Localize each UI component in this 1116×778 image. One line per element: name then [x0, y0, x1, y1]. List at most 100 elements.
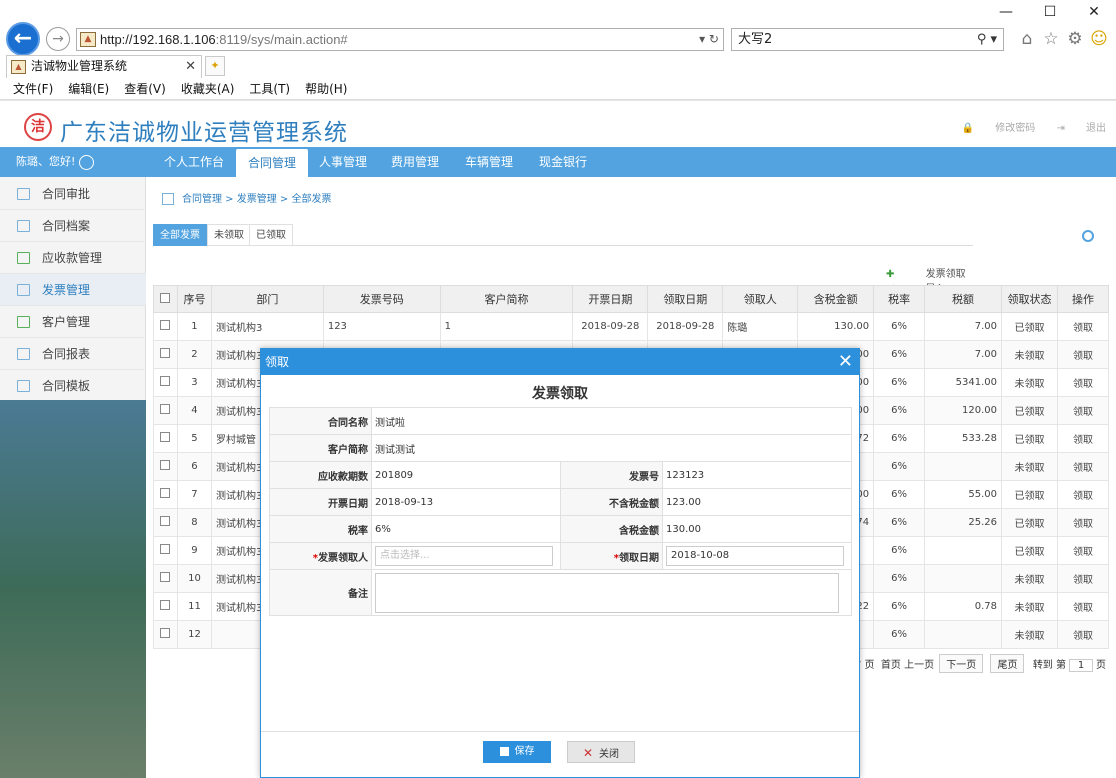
nav-vehicle[interactable]: 车辆管理 — [456, 147, 522, 177]
smiley-icon[interactable]: ☺ — [1088, 28, 1110, 50]
row-checkbox[interactable] — [153, 536, 178, 565]
row-checkbox[interactable] — [153, 340, 178, 369]
close-label: 关闭 — [599, 749, 620, 760]
receive-action-link[interactable]: 领取 — [1056, 564, 1110, 593]
sidebar-item-customer[interactable]: 客户管理 — [0, 306, 146, 338]
row-checkbox[interactable] — [153, 592, 178, 621]
tab-all-invoices[interactable]: 全部发票 — [153, 224, 207, 246]
nav-contract[interactable]: 合同管理 — [236, 149, 308, 177]
issue-date-label: 开票日期 — [269, 488, 372, 516]
table-cell: 未领取 — [1000, 564, 1058, 593]
row-checkbox[interactable] — [153, 620, 178, 649]
sidebar-item-archive[interactable]: 合同档案 — [0, 210, 146, 242]
tab-received[interactable]: 已领取 — [249, 224, 293, 246]
forward-button[interactable]: → — [46, 27, 70, 51]
sidebar-item-invoice[interactable]: 发票管理 — [0, 274, 146, 306]
browser-tab[interactable]: ▲ 洁诚物业管理系统 ✕ — [6, 55, 202, 78]
settings-gear-icon[interactable]: ⚙ — [1064, 28, 1086, 50]
sidebar-item-report[interactable]: 合同报表 — [0, 338, 146, 370]
receive-invoice-button[interactable]: ✚ 发票领取 — [886, 265, 994, 280]
customer-icon — [17, 316, 30, 328]
row-checkbox[interactable] — [153, 396, 178, 425]
tab-close-icon[interactable]: ✕ — [185, 56, 196, 77]
close-button[interactable]: ✕ 关闭 — [567, 741, 635, 763]
receive-action-link[interactable]: 领取 — [1056, 592, 1110, 621]
url-host: http://192.168.1.106 — [100, 32, 216, 47]
page-input[interactable]: 1 — [1069, 659, 1093, 672]
receive-action-link[interactable]: 领取 — [1056, 620, 1110, 649]
receive-action-link[interactable]: 领取 — [1056, 340, 1110, 369]
menu-view[interactable]: 查看(V) — [124, 79, 166, 99]
logout-link[interactable]: ⇥ 退出 — [1056, 123, 1106, 134]
user-icon[interactable] — [79, 154, 95, 170]
receive-action-link[interactable]: 领取 — [1056, 368, 1110, 397]
table-cell: 25.26 — [924, 508, 1002, 537]
note-textarea[interactable] — [375, 572, 839, 613]
tab-not-received[interactable]: 未领取 — [207, 224, 251, 246]
new-tab-button[interactable]: ✦ — [205, 56, 225, 76]
search-input[interactable]: 大写2 — [738, 29, 772, 50]
table-cell: 7 — [176, 480, 212, 509]
row-checkbox[interactable] — [153, 480, 178, 509]
row-checkbox[interactable] — [153, 424, 178, 453]
nav-workbench[interactable]: 个人工作台 — [155, 147, 233, 177]
menu-edit[interactable]: 编辑(E) — [68, 79, 109, 99]
prev-page-link[interactable]: 上一页 — [904, 660, 934, 671]
top-nav: 陈璐、您好! 个人工作台 合同管理 人事管理 费用管理 车辆管理 现金银行 — [0, 147, 1116, 177]
save-button[interactable]: 保存 — [483, 741, 551, 763]
row-checkbox[interactable] — [153, 312, 178, 341]
table-cell: 已领取 — [1000, 480, 1058, 509]
address-bar[interactable]: ▲ http://192.168.1.106:8119/sys/main.act… — [76, 28, 724, 51]
next-page-button[interactable]: 下一页 — [939, 654, 984, 673]
breadcrumb-text[interactable]: 合同管理 > 发票管理 > 全部发票 — [182, 194, 331, 205]
row-checkbox[interactable] — [153, 508, 178, 537]
table-cell: 6% — [873, 592, 926, 621]
back-button[interactable]: ← — [6, 22, 40, 56]
close-window-icon[interactable]: ✕ — [1072, 4, 1116, 20]
close-icon[interactable]: ✕ — [838, 349, 853, 375]
receive-action-link[interactable]: 领取 — [1056, 480, 1110, 509]
row-checkbox[interactable] — [153, 452, 178, 481]
receive-action-link[interactable]: 领取 — [1056, 312, 1110, 341]
url-text[interactable]: http://192.168.1.106:8119/sys/main.actio… — [100, 29, 348, 50]
receive-action-link[interactable]: 领取 — [1056, 396, 1110, 425]
minimize-icon[interactable]: — — [984, 4, 1028, 20]
table-row[interactable]: 1 测试机构3 123 1 2018-09-28 2018-09-28 陈璐 130.00 6%… — [153, 312, 1110, 341]
maximize-icon[interactable]: ☐ — [1028, 4, 1072, 20]
first-page-link[interactable]: 首页 — [881, 660, 901, 671]
receiver-label: 发票领取人 — [318, 552, 368, 564]
nav-cash-bank[interactable]: 现金银行 — [530, 147, 596, 177]
home-icon[interactable]: ⌂ — [1016, 28, 1038, 50]
menu-favorites[interactable]: 收藏夹(A) — [181, 79, 235, 99]
last-page-button[interactable]: 尾页 — [990, 654, 1025, 673]
menu-file[interactable]: 文件(F) — [13, 79, 53, 99]
change-password-link[interactable]: 🔒 修改密码 — [962, 123, 1036, 134]
table-cell: 5 — [176, 424, 212, 453]
receive-action-link[interactable]: 领取 — [1056, 536, 1110, 565]
refresh-icon[interactable]: ▾ ↻ — [699, 29, 719, 50]
sidebar-item-template[interactable]: 合同模板 — [0, 370, 146, 402]
favorites-star-icon[interactable]: ☆ — [1040, 28, 1062, 50]
nav-expense[interactable]: 费用管理 — [382, 147, 448, 177]
select-all-checkbox[interactable] — [153, 285, 178, 313]
receiver-select-input[interactable]: 点击选择... — [375, 546, 553, 566]
nav-hr[interactable]: 人事管理 — [310, 147, 376, 177]
sidebar-item-approval[interactable]: 合同审批 — [0, 178, 146, 210]
search-box[interactable]: 大写2 ⚲ ▾ — [731, 28, 1004, 51]
table-cell: 6 — [176, 452, 212, 481]
receive-action-link[interactable]: 领取 — [1056, 424, 1110, 453]
invoice-tabs: 全部发票 未领取 已领取 — [153, 224, 973, 246]
row-checkbox[interactable] — [153, 564, 178, 593]
receive-action-link[interactable]: 领取 — [1056, 508, 1110, 537]
row-checkbox[interactable] — [153, 368, 178, 397]
menu-help[interactable]: 帮助(H) — [305, 79, 347, 99]
search-icon[interactable]: ⚲ ▾ — [977, 29, 997, 50]
receive-date-input[interactable]: 2018-10-08 — [666, 546, 844, 566]
receive-invoice-label: 发票领取 — [925, 269, 966, 280]
search-icon[interactable] — [1082, 230, 1094, 242]
receive-action-link[interactable]: 领取 — [1056, 452, 1110, 481]
menu-tools[interactable]: 工具(T) — [249, 79, 290, 99]
note-cell — [371, 569, 852, 616]
sidebar-item-receivables[interactable]: 应收款管理 — [0, 242, 146, 274]
col-issue-date: 开票日期 — [572, 285, 649, 313]
